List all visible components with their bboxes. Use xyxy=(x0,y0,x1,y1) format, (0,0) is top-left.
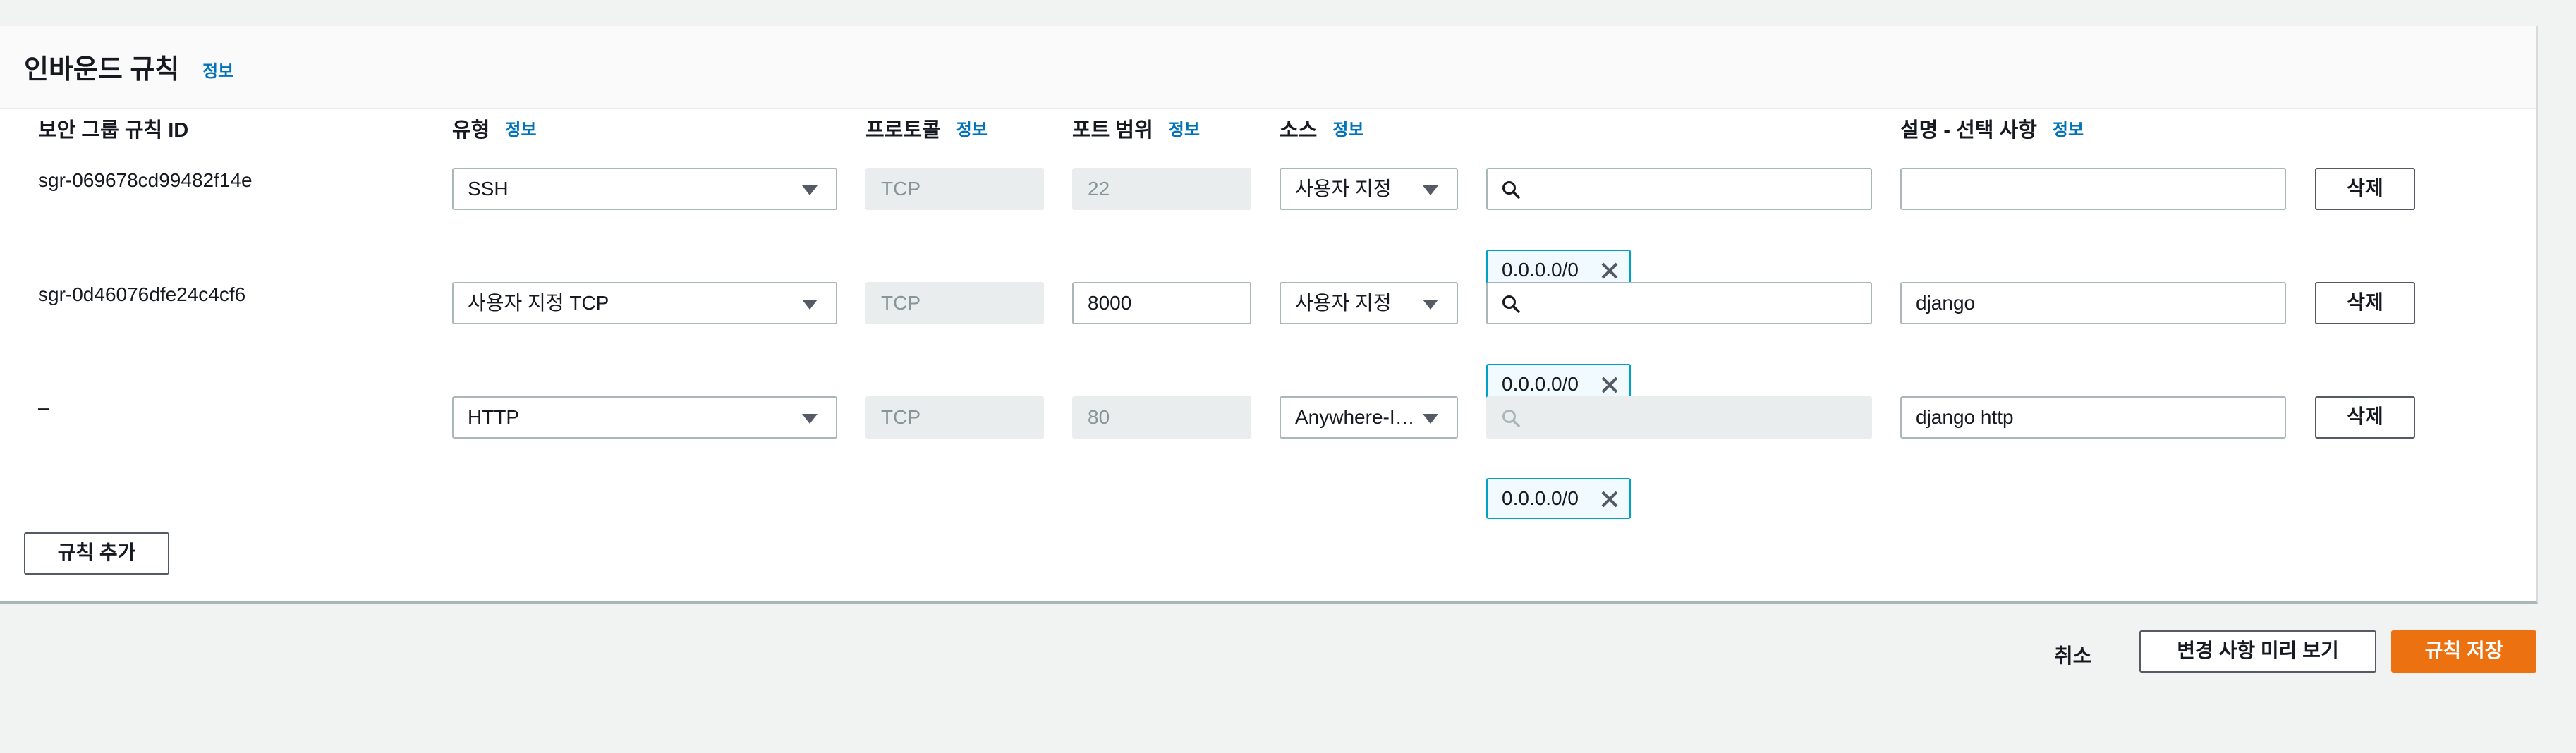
col-header-type: 유형 정보 xyxy=(452,119,537,142)
port-range-field: 22 xyxy=(1072,168,1251,210)
type-info-link[interactable]: 정보 xyxy=(505,121,536,140)
port-info-link[interactable]: 정보 xyxy=(1169,121,1200,140)
caret-down-icon xyxy=(1423,300,1438,310)
col-header-port-range: 포트 범위 정보 xyxy=(1072,119,1200,142)
panel-header: 인바운드 규칙 정보 xyxy=(0,26,2536,109)
caret-down-icon xyxy=(802,185,818,195)
source-select[interactable]: 사용자 지정 xyxy=(1280,282,1458,324)
col-header-description: 설명 - 선택 사항 정보 xyxy=(1900,119,2084,142)
remove-token-icon[interactable] xyxy=(1600,261,1620,281)
remove-token-icon[interactable] xyxy=(1600,489,1620,509)
description-input[interactable]: django http xyxy=(1900,396,2286,439)
rule-id: – xyxy=(38,396,49,418)
source-info-link[interactable]: 정보 xyxy=(1332,121,1363,140)
panel-info-link[interactable]: 정보 xyxy=(202,57,233,82)
delete-rule-button[interactable]: 삭제 xyxy=(2315,168,2415,210)
port-range-input[interactable]: 8000 xyxy=(1072,282,1251,324)
description-input[interactable] xyxy=(1900,168,2286,210)
search-icon xyxy=(1502,181,1520,199)
col-header-source: 소스 정보 xyxy=(1280,119,1364,142)
col-header-rule-id: 보안 그룹 규칙 ID xyxy=(38,119,189,142)
preview-changes-button[interactable]: 변경 사항 미리 보기 xyxy=(2139,630,2376,673)
delete-rule-button[interactable]: 삭제 xyxy=(2315,282,2415,324)
port-range-field: 80 xyxy=(1072,396,1251,439)
col-header-protocol: 프로토콜 정보 xyxy=(865,119,988,142)
source-select[interactable]: 사용자 지정 xyxy=(1280,168,1458,210)
source-search-input[interactable] xyxy=(1486,282,1872,324)
caret-down-icon xyxy=(802,300,818,310)
search-icon xyxy=(1502,295,1520,313)
protocol-field: TCP xyxy=(865,396,1044,439)
description-info-link[interactable]: 정보 xyxy=(2053,121,2084,140)
rule-id: sgr-069678cd99482f14e xyxy=(38,169,253,191)
add-rule-button[interactable]: 규칙 추가 xyxy=(24,532,169,575)
rule-id: sgr-0d46076dfe24c4cf6 xyxy=(38,283,246,305)
type-select[interactable]: HTTP xyxy=(452,396,837,439)
protocol-field: TCP xyxy=(865,168,1044,210)
cancel-button[interactable]: 취소 xyxy=(2054,639,2091,669)
source-search-input xyxy=(1486,396,1872,439)
remove-token-icon[interactable] xyxy=(1600,375,1620,395)
search-icon xyxy=(1502,410,1520,427)
caret-down-icon xyxy=(802,414,818,424)
protocol-info-link[interactable]: 정보 xyxy=(956,121,988,140)
source-select[interactable]: Anywhere-I… xyxy=(1280,396,1458,439)
description-input[interactable]: django xyxy=(1900,282,2286,324)
type-select[interactable]: 사용자 지정 TCP xyxy=(452,282,837,324)
type-select[interactable]: SSH xyxy=(452,168,837,210)
delete-rule-button[interactable]: 삭제 xyxy=(2315,396,2415,439)
panel-title: 인바운드 규칙 xyxy=(24,55,180,85)
caret-down-icon xyxy=(1423,414,1438,424)
save-rules-button[interactable]: 규칙 저장 xyxy=(2391,630,2536,673)
caret-down-icon xyxy=(1423,185,1438,195)
cidr-token: 0.0.0.0/0 xyxy=(1486,478,1631,519)
source-search-input[interactable] xyxy=(1486,168,1872,210)
protocol-field: TCP xyxy=(865,282,1044,324)
inbound-rules-panel: 인바운드 규칙 정보 보안 그룹 규칙 ID 유형 정보 프로토콜 정보 포트 범위… xyxy=(0,26,2538,604)
